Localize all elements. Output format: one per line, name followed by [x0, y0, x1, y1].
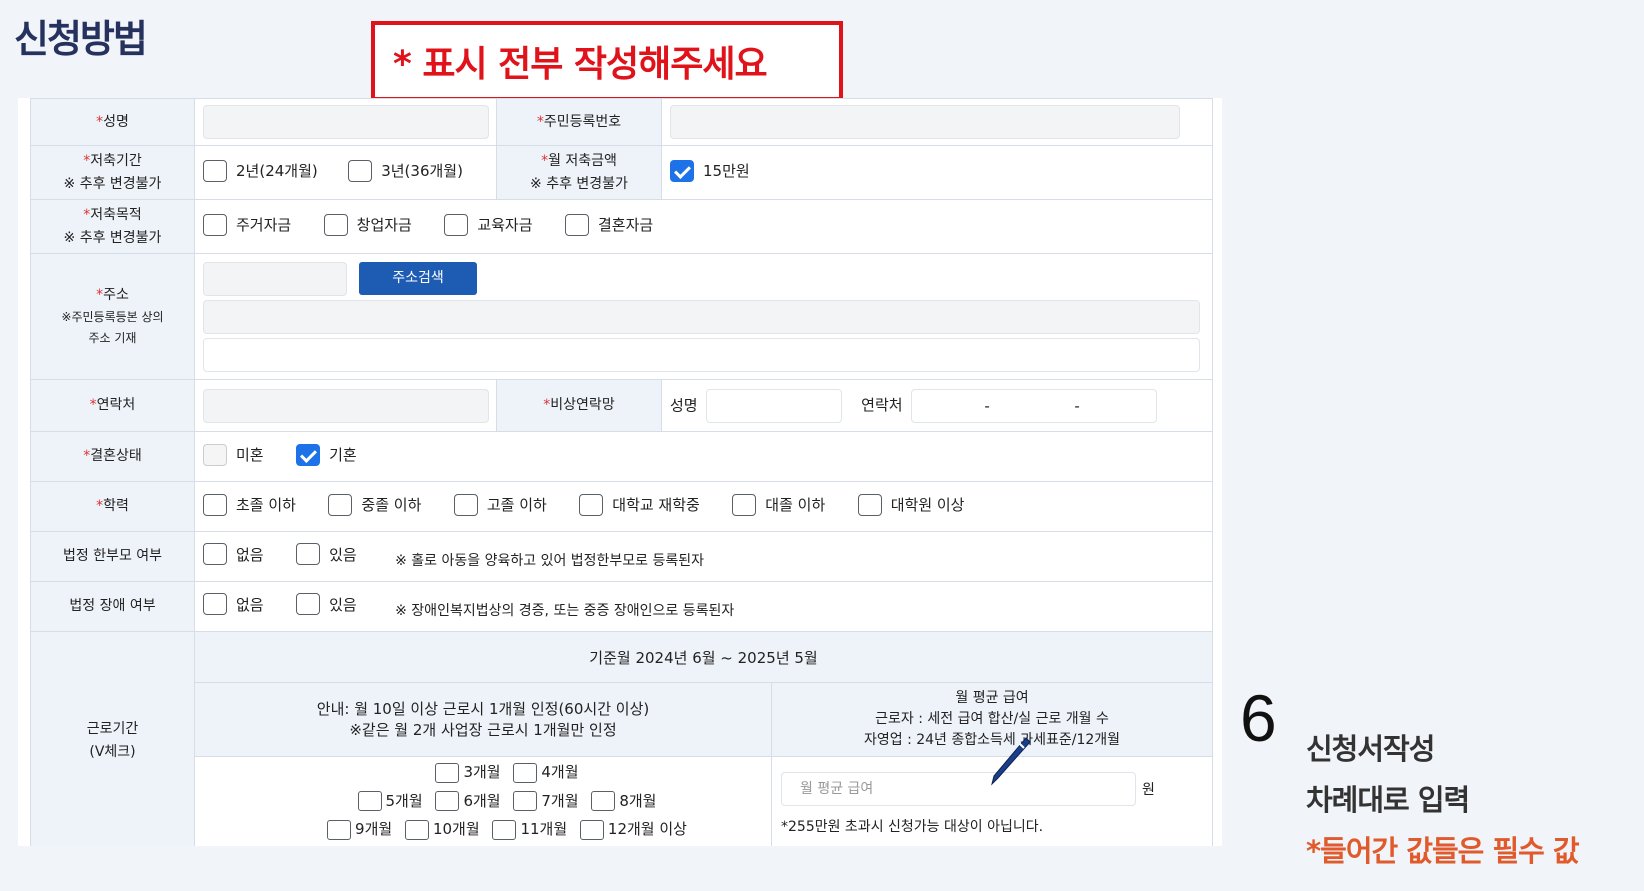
- education-option-university[interactable]: 대졸 이하: [732, 493, 825, 516]
- zipcode-input[interactable]: [203, 261, 347, 296]
- purpose-education-checkbox[interactable]: [444, 213, 469, 236]
- period-option-2y[interactable]: 2년(24개월): [203, 159, 318, 182]
- education-university-checkbox[interactable]: [732, 493, 757, 516]
- period-label: *저축기간 ※ 추후 변경불가: [30, 145, 195, 200]
- salary-input[interactable]: 월 평균 급여: [781, 771, 1136, 806]
- rrn-label: *주민등록번호: [496, 98, 662, 146]
- purpose-label: *저축목적 ※ 추후 변경불가: [30, 199, 195, 254]
- name-input[interactable]: [203, 105, 489, 139]
- marital-label: *결혼상태: [30, 431, 195, 482]
- education-option-graduate[interactable]: 대학원 이상: [857, 493, 965, 516]
- purpose-option-marriage[interactable]: 결혼자금: [564, 213, 653, 236]
- pen-icon: [991, 737, 1030, 786]
- period-2y-checkbox[interactable]: [203, 159, 227, 182]
- step-number: 6: [1240, 681, 1277, 755]
- single-parent-yes-checkbox[interactable]: [296, 543, 321, 565]
- purpose-option-housing[interactable]: 주거자금: [203, 213, 291, 236]
- contact-label: *연락처: [30, 379, 195, 432]
- address-search-button[interactable]: 주소검색: [359, 262, 477, 295]
- education-label: *학력: [30, 481, 195, 532]
- education-high-checkbox[interactable]: [453, 493, 478, 516]
- step-title: 신청서작성: [1306, 732, 1435, 766]
- month-10-checkbox[interactable]: [404, 819, 429, 840]
- month-11-checkbox[interactable]: [492, 819, 517, 840]
- single-parent-no-checkbox[interactable]: [203, 543, 227, 565]
- monthly-15-checkbox[interactable]: [670, 159, 694, 182]
- address-detail-input[interactable]: [203, 337, 1200, 372]
- emergency-phone-label: 연락처: [861, 396, 903, 414]
- single-parent-option-no[interactable]: 없음: [203, 543, 264, 565]
- address-label: *주소 ※주민등록등본 상의 주소 기재: [30, 253, 195, 380]
- application-form: *성명 *주민등록번호 *저축기간 ※ 추후 변경불가 2년(24개월) 3년(…: [30, 98, 1214, 846]
- emergency-name-label: 성명: [670, 396, 698, 414]
- marital-single-checkbox[interactable]: [203, 443, 227, 466]
- monthly-label: *월 저축금액 ※ 추후 변경불가: [496, 145, 662, 200]
- step-description: 차례대로 입력: [1306, 783, 1470, 817]
- monthly-option-15[interactable]: 15만원: [670, 159, 750, 182]
- marital-option-married[interactable]: 기혼: [296, 443, 357, 466]
- work-period-label: 근로기간 (V체크): [30, 631, 195, 846]
- step-warning: *들어간 값들은 필수 값: [1306, 834, 1580, 868]
- rrn-input[interactable]: [670, 105, 1180, 139]
- month-8-checkbox[interactable]: [591, 791, 616, 811]
- disability-note: ※ 장애인복지법상의 경증, 또는 중증 장애인으로 등록된자: [395, 603, 735, 619]
- education-elementary-checkbox[interactable]: [203, 493, 227, 516]
- education-option-high[interactable]: 고졸 이하: [453, 493, 547, 516]
- period-option-3y[interactable]: 3년(36개월): [348, 159, 463, 182]
- month-4-checkbox[interactable]: [513, 762, 538, 783]
- name-label: *성명: [30, 98, 195, 146]
- single-parent-option-yes[interactable]: 있음: [296, 543, 357, 565]
- month-6-checkbox[interactable]: [435, 791, 460, 811]
- month-5-checkbox[interactable]: [357, 791, 382, 811]
- single-parent-label: 법정 한부모 여부: [30, 531, 195, 582]
- single-parent-note: ※ 홀로 아동을 양육하고 있어 법정한부모로 등록된자: [395, 553, 705, 569]
- purpose-housing-checkbox[interactable]: [203, 213, 227, 236]
- education-enrolled-checkbox[interactable]: [579, 493, 604, 516]
- application-form-panel: *성명 *주민등록번호 *저축기간 ※ 추후 변경불가 2년(24개월) 3년(…: [18, 98, 1222, 846]
- month-3-checkbox[interactable]: [435, 762, 460, 783]
- disability-option-no[interactable]: 없음: [203, 593, 264, 615]
- disability-yes-checkbox[interactable]: [296, 593, 321, 615]
- disability-option-yes[interactable]: 있음: [296, 593, 357, 615]
- required-notice-text: * 표시 전부 작성해주세요: [393, 44, 768, 85]
- education-graduate-checkbox[interactable]: [857, 493, 882, 516]
- address-main-input[interactable]: [203, 299, 1200, 334]
- won-unit: 원: [1142, 781, 1155, 798]
- disability-no-checkbox[interactable]: [203, 593, 227, 615]
- purpose-marriage-checkbox[interactable]: [564, 213, 589, 236]
- required-notice-box: * 표시 전부 작성해주세요: [371, 21, 843, 101]
- education-option-university-enrolled[interactable]: 대학교 재학중: [579, 493, 700, 516]
- salary-note: *255만원 초과시 신청가능 대상이 아닙니다.: [781, 818, 1044, 835]
- marital-option-single[interactable]: 미혼: [203, 443, 264, 466]
- period-3y-checkbox[interactable]: [348, 159, 373, 182]
- month-7-checkbox[interactable]: [513, 791, 538, 811]
- month-9-checkbox[interactable]: [327, 819, 352, 840]
- work-base-month: 기준월 2024년 6월 ~ 2025년 5월: [193, 631, 1214, 683]
- contact-input[interactable]: [203, 388, 489, 423]
- page-title: 신청방법: [14, 17, 148, 61]
- emergency-phone-input[interactable]: - -: [911, 388, 1158, 423]
- work-guide: 안내: 월 10일 이상 근로시 1개월 인정(60시간 이상) ※같은 월 2…: [194, 682, 772, 757]
- education-middle-checkbox[interactable]: [328, 493, 353, 516]
- emergency-label: *비상연락망: [496, 379, 662, 432]
- work-months-cell: 3개월 4개월 5개월 6개월 7개월 8개월 9개월 10개월 11개월 12…: [194, 756, 772, 846]
- education-option-elementary[interactable]: 초졸 이하: [203, 493, 296, 516]
- education-option-middle[interactable]: 중졸 이하: [328, 493, 421, 516]
- disability-label: 법정 장애 여부: [30, 581, 195, 632]
- purpose-option-startup[interactable]: 창업자금: [323, 213, 412, 236]
- marital-married-checkbox[interactable]: [296, 443, 321, 466]
- emergency-name-input[interactable]: [706, 388, 843, 423]
- month-12-checkbox[interactable]: [579, 819, 604, 840]
- purpose-startup-checkbox[interactable]: [323, 213, 348, 236]
- purpose-option-education[interactable]: 교육자금: [444, 213, 533, 236]
